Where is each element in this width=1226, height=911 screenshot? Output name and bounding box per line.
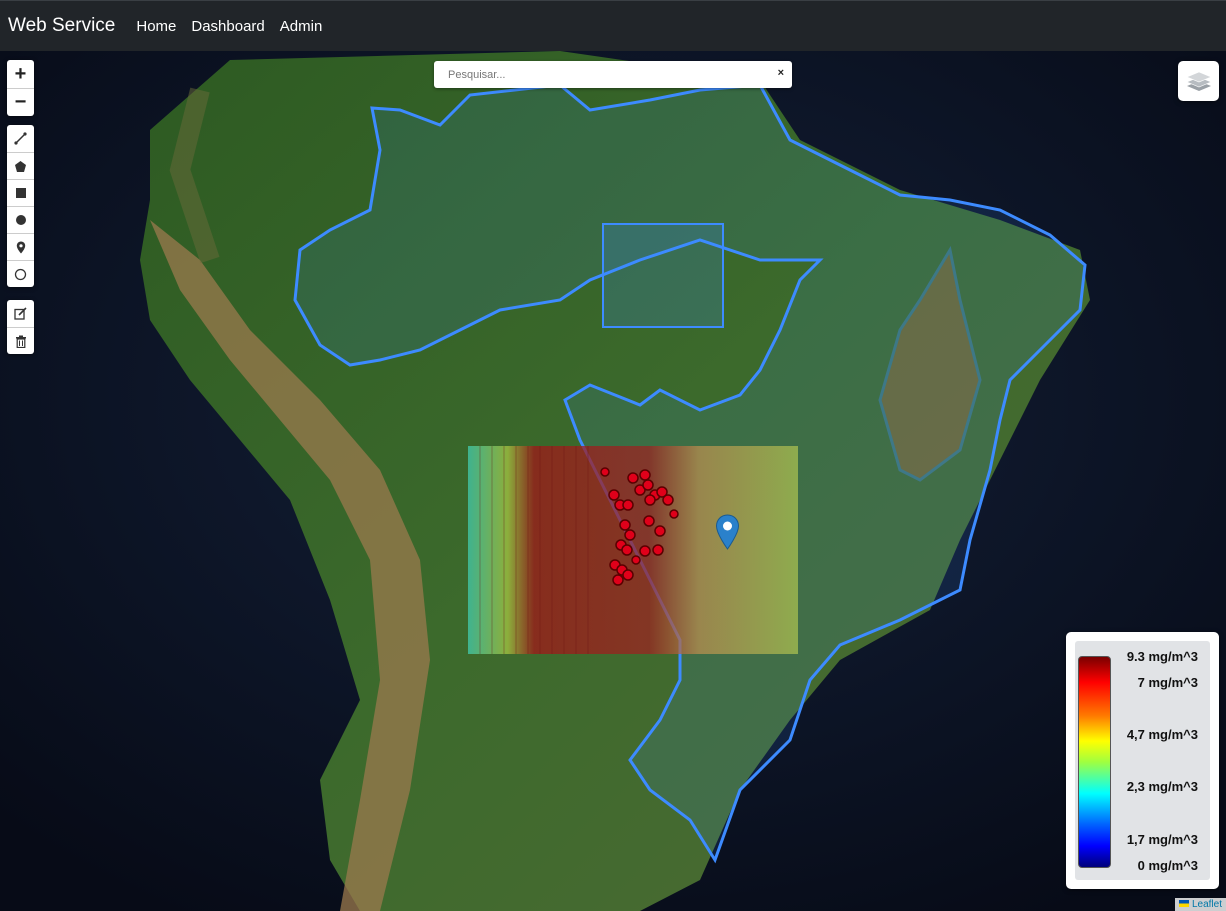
legend-label-2-3: 2,3 mg/m^3 bbox=[1126, 779, 1198, 794]
legend-label-min: 0 mg/m^3 bbox=[1137, 858, 1198, 873]
trash-icon bbox=[15, 335, 26, 348]
attribution-link[interactable]: Leaflet bbox=[1192, 899, 1222, 910]
legend-color-ramp bbox=[1078, 656, 1111, 868]
ukraine-flag-icon bbox=[1178, 900, 1189, 907]
draw-marker-button[interactable] bbox=[7, 233, 34, 260]
satellite-basemap bbox=[0, 51, 1226, 911]
nav-home[interactable]: Home bbox=[136, 18, 176, 35]
legend-panel: 9.3 mg/m^3 7 mg/m^3 4,7 mg/m^3 2,3 mg/m^… bbox=[1075, 641, 1210, 880]
edit-icon bbox=[14, 307, 27, 320]
rectangle-icon bbox=[15, 188, 26, 198]
legend-label-4-7: 4,7 mg/m^3 bbox=[1126, 727, 1198, 742]
zoom-control: + − bbox=[7, 60, 34, 116]
location-pin-icon[interactable] bbox=[715, 514, 740, 551]
layers-icon bbox=[1185, 71, 1212, 91]
zoom-out-button[interactable]: − bbox=[7, 88, 34, 116]
legend-label-max: 9.3 mg/m^3 bbox=[1126, 649, 1198, 664]
zoom-in-button[interactable]: + bbox=[7, 60, 34, 88]
selected-area-rectangle bbox=[602, 223, 724, 328]
circlemarker-icon bbox=[14, 268, 27, 280]
map-canvas[interactable] bbox=[0, 51, 1226, 911]
search-box: × bbox=[434, 61, 792, 88]
circle-icon bbox=[15, 215, 26, 225]
polyline-icon bbox=[14, 132, 27, 145]
edit-toolbar bbox=[7, 300, 34, 354]
edit-layers-button[interactable] bbox=[7, 300, 34, 327]
legend-label-7: 7 mg/m^3 bbox=[1137, 675, 1198, 690]
delete-layers-button[interactable] bbox=[7, 327, 34, 354]
map-attribution[interactable]: Leaflet bbox=[1174, 898, 1226, 911]
nav-admin[interactable]: Admin bbox=[280, 18, 323, 35]
draw-circle-button[interactable] bbox=[7, 206, 34, 233]
nav-dashboard[interactable]: Dashboard bbox=[191, 18, 264, 35]
legend-label-1-7: 1,7 mg/m^3 bbox=[1126, 832, 1198, 847]
draw-rectangle-button[interactable] bbox=[7, 179, 34, 206]
concentration-legend: 9.3 mg/m^3 7 mg/m^3 4,7 mg/m^3 2,3 mg/m^… bbox=[1066, 632, 1219, 889]
brand-link[interactable]: Web Service bbox=[8, 15, 115, 37]
marker-icon bbox=[16, 241, 25, 253]
search-input[interactable] bbox=[434, 61, 764, 88]
layers-control-button[interactable] bbox=[1178, 61, 1219, 101]
draw-polyline-button[interactable] bbox=[7, 125, 34, 152]
draw-polygon-button[interactable] bbox=[7, 152, 34, 179]
navbar: Web Service Home Dashboard Admin bbox=[0, 0, 1226, 51]
draw-toolbar bbox=[7, 125, 34, 287]
search-clear-button[interactable]: × bbox=[778, 67, 784, 79]
polygon-icon bbox=[15, 160, 26, 172]
draw-circlemarker-button[interactable] bbox=[7, 260, 34, 287]
